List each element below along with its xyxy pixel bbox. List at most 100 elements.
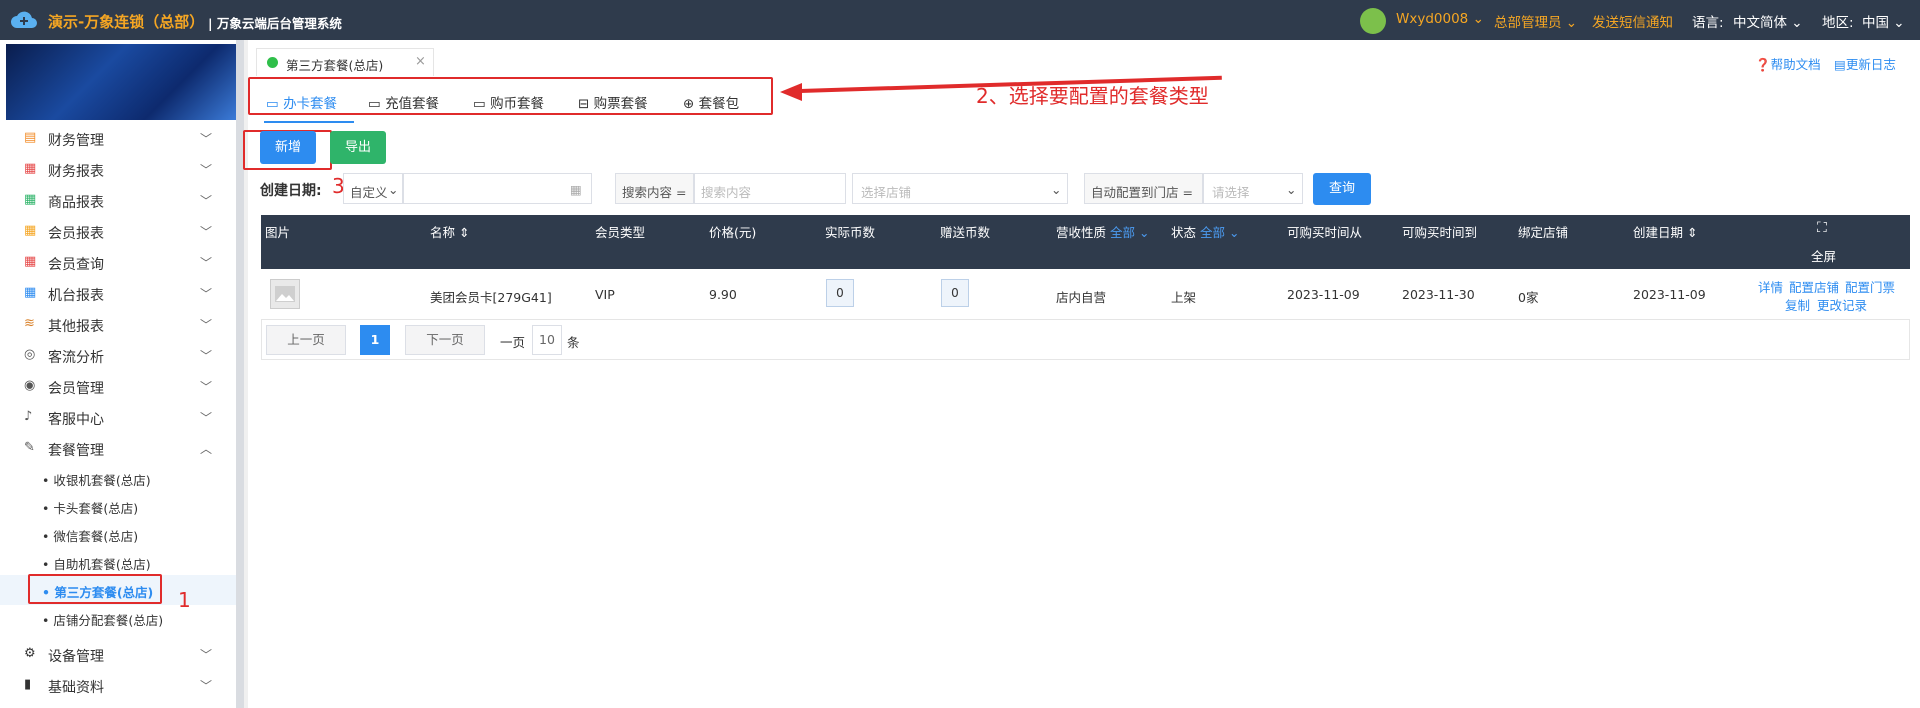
auto-config-select[interactable]: 请选择 ⌄ xyxy=(1203,173,1303,204)
config-ticket-link[interactable]: 配置门票 xyxy=(1845,277,1895,296)
help-docs-link[interactable]: ❓帮助文档 xyxy=(1755,54,1821,73)
sidebar-item-label: 基础资料 xyxy=(48,680,104,696)
status-filter[interactable]: 状态 全部 ⌄ xyxy=(1171,222,1239,241)
sidebar-item-member-query[interactable]: ▦ 会员查询 ﹀ xyxy=(0,247,236,278)
sidebar-sub-cardhead[interactable]: • 卡头套餐(总店) xyxy=(42,498,138,517)
chevron-down-icon: ⌄ xyxy=(1472,11,1484,27)
sort-created[interactable]: 创建日期 ⇕ xyxy=(1633,222,1697,241)
date-mode-select[interactable]: 自定义 ⌄ xyxy=(343,173,403,204)
tab-ticket[interactable]: ⊟ 购票套餐 xyxy=(578,92,648,112)
store-select[interactable]: 选择店铺 ⌄ xyxy=(852,173,1068,204)
sidebar-item-machine-report[interactable]: ▦ 机台报表 ﹀ xyxy=(0,278,236,309)
per-page-input[interactable]: 10 xyxy=(532,325,562,355)
menu-icon: ◎ xyxy=(24,347,36,362)
menu-icon: ▦ xyxy=(24,254,37,269)
tab-bundle[interactable]: ⊕ 套餐包 xyxy=(683,92,739,112)
sms-link[interactable]: 发送短信通知 xyxy=(1592,11,1673,31)
tab-coin[interactable]: ▭ 购币套餐 xyxy=(473,92,544,112)
chevron-down-icon: ⌄ xyxy=(1286,182,1297,197)
tab-icon: ⊟ xyxy=(578,96,590,112)
sidebar-item-finance[interactable]: ▤ 财务管理 ﹀ xyxy=(0,123,236,154)
page-tab[interactable]: 第三方套餐(总店) × xyxy=(256,48,434,76)
sidebar-sub-kiosk[interactable]: • 自助机套餐(总店) xyxy=(42,554,151,573)
detail-link[interactable]: 详情 xyxy=(1758,277,1783,296)
menu-icon: ▦ xyxy=(24,161,37,176)
next-page-button[interactable]: 下一页 xyxy=(405,325,485,355)
tab-icon: ⊕ xyxy=(683,96,695,112)
sidebar-item-traffic-analysis[interactable]: ◎ 客流分析 ﹀ xyxy=(0,340,236,371)
language-label: 语言: xyxy=(1692,15,1724,31)
auto-config-label: 自动配置到门店 = xyxy=(1084,173,1203,204)
region-select[interactable]: 中国 ⌄ xyxy=(1862,11,1905,31)
chevron-down-icon: ﹀ xyxy=(200,287,213,301)
date-label: 创建日期: xyxy=(260,183,322,199)
query-button[interactable]: 查询 xyxy=(1313,173,1371,205)
history-link[interactable]: 更改记录 xyxy=(1817,295,1867,314)
fullscreen-button[interactable]: 全屏 xyxy=(1811,246,1836,265)
copy-link[interactable]: 复制 xyxy=(1785,295,1810,314)
sidebar-item-label: 其他报表 xyxy=(48,319,104,335)
chevron-down-icon: ⌄ xyxy=(1051,182,1062,197)
export-button[interactable]: 导出 xyxy=(330,131,386,164)
sidebar-item-package-mgmt[interactable]: ✎ 套餐管理 ︿ xyxy=(0,433,236,464)
sidebar-item-label: 客服中心 xyxy=(48,412,104,428)
user-menu[interactable]: Wxyd0008 ⌄ xyxy=(1396,11,1484,27)
annotation-box-1 xyxy=(28,574,162,604)
sidebar-item-member-mgmt[interactable]: ◉ 会员管理 ﹀ xyxy=(0,371,236,402)
prev-page-button[interactable]: 上一页 xyxy=(266,325,346,355)
menu-icon: ♪ xyxy=(24,409,33,424)
sidebar: ▤ 财务管理 ﹀ ▦ 财务报表 ﹀ ▦ 商品报表 ﹀ ▦ 会员报表 ﹀ ▦ 会员查询 ﹀ ▦ 机台报表 ﹀ ≋ 其他报… xyxy=(0,40,244,708)
tab-recharge[interactable]: ▭ 充值套餐 xyxy=(368,92,439,112)
chevron-down-icon: ﹀ xyxy=(200,163,213,177)
search-input[interactable]: 搜索内容 xyxy=(694,173,846,204)
chevron-down-icon: ⌄ xyxy=(1893,15,1905,31)
sidebar-item-goods-report[interactable]: ▦ 商品报表 ﹀ xyxy=(0,185,236,216)
changelog-link[interactable]: ▤更新日志 xyxy=(1834,54,1896,73)
avatar[interactable] xyxy=(1360,8,1386,34)
sort-name[interactable]: 名称 ⇕ xyxy=(430,222,469,241)
sidebar-item-device-mgmt[interactable]: ⚙ 设备管理 ﹀ xyxy=(0,639,236,670)
chevron-down-icon: ﹀ xyxy=(200,132,213,146)
question-icon: ❓ xyxy=(1755,57,1771,72)
config-store-link[interactable]: 配置店铺 xyxy=(1789,277,1839,296)
role-menu[interactable]: 总部管理员 ⌄ xyxy=(1494,11,1577,31)
actual-coins-badge[interactable]: 0 xyxy=(826,279,854,307)
chevron-up-icon: ︿ xyxy=(200,442,213,456)
sidebar-item-other-report[interactable]: ≋ 其他报表 ﹀ xyxy=(0,309,236,340)
sidebar-item-member-report[interactable]: ▦ 会员报表 ﹀ xyxy=(0,216,236,247)
chevron-down-icon: ⌄ xyxy=(1791,15,1803,31)
chevron-down-icon: ﹀ xyxy=(200,318,213,332)
sidebar-sub-wechat[interactable]: • 微信套餐(总店) xyxy=(42,526,138,545)
sidebar-item-finance-report[interactable]: ▦ 财务报表 ﹀ xyxy=(0,154,236,185)
date-range-input[interactable]: ▦ xyxy=(403,173,592,204)
per-page-unit: 条 xyxy=(567,335,580,350)
sort-icon: ⇕ xyxy=(1687,225,1698,240)
system-name: | 万象云端后台管理系统 xyxy=(208,16,342,31)
revenue-filter[interactable]: 营收性质 全部 ⌄ xyxy=(1056,222,1149,241)
chevron-down-icon: ⌄ xyxy=(388,182,399,197)
close-icon[interactable]: × xyxy=(415,54,426,69)
annotation-arrow-icon xyxy=(780,83,802,101)
sidebar-item-label: 财务管理 xyxy=(48,133,104,149)
chevron-down-icon: ﹀ xyxy=(200,256,213,270)
document-icon: ▤ xyxy=(1834,57,1846,72)
sidebar-sub-cashier[interactable]: • 收银机套餐(总店) xyxy=(42,470,151,489)
add-button[interactable]: 新增 xyxy=(260,131,316,164)
tab-card[interactable]: ▭ 办卡套餐 xyxy=(266,92,337,112)
sidebar-sub-store-alloc[interactable]: • 店铺分配套餐(总店) xyxy=(42,610,163,629)
page-1-button[interactable]: 1 xyxy=(360,325,390,355)
sidebar-item-label: 设备管理 xyxy=(48,649,104,665)
sidebar-item-base-data[interactable]: ▮ 基础资料 ﹀ xyxy=(0,670,236,701)
tab-icon: ▭ xyxy=(473,96,486,112)
annotation-step-2: 2、选择要配置的套餐类型 xyxy=(976,84,1209,108)
sidebar-item-goods-mgmt[interactable]: ▦商品管理﹀ xyxy=(0,701,236,708)
tab-icon: ▭ xyxy=(266,96,279,112)
sidebar-item-label: 客流分析 xyxy=(48,350,104,366)
sidebar-item-label: 商品报表 xyxy=(48,195,104,211)
fullscreen-icon[interactable]: ⛶ xyxy=(1817,220,1827,236)
calendar-icon: ▦ xyxy=(570,182,582,197)
language-select[interactable]: 中文简体 ⌄ xyxy=(1733,11,1803,31)
sidebar-item-service-center[interactable]: ♪ 客服中心 ﹀ xyxy=(0,402,236,433)
gift-coins-badge[interactable]: 0 xyxy=(941,279,969,307)
per-page-label: 一页 xyxy=(500,335,526,350)
